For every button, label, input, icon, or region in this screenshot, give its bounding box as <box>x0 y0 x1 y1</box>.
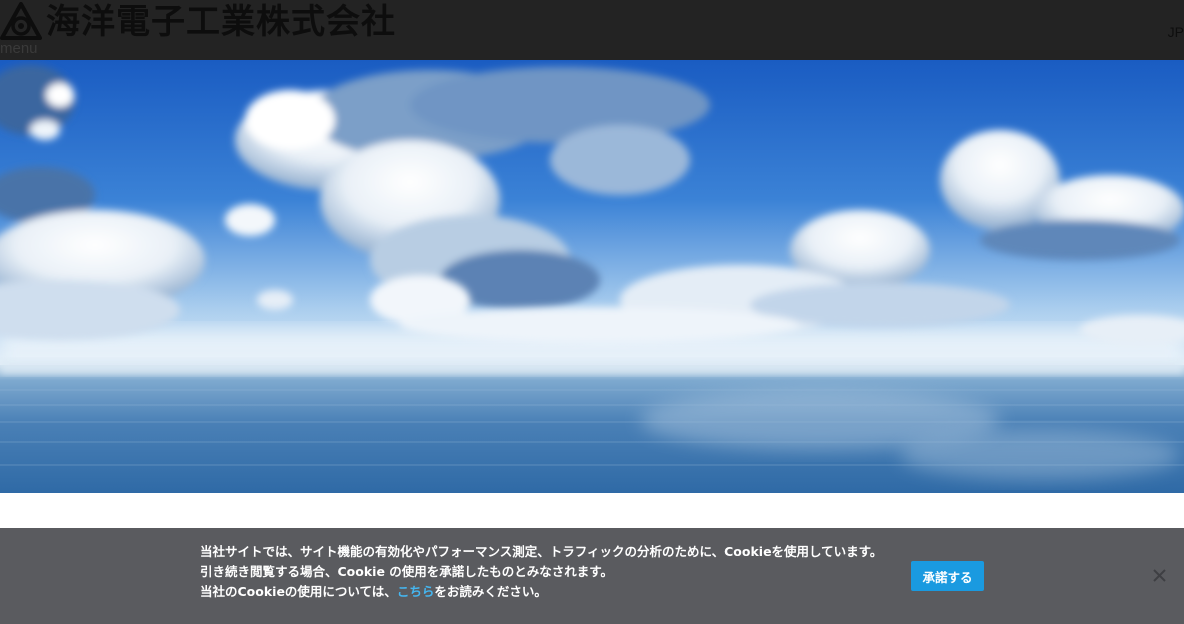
cookie-notice-line-1: 当社サイトでは、サイト機能の有効化やパフォーマンス測定、トラフィックの分析のため… <box>200 544 883 559</box>
close-icon[interactable] <box>1151 567 1168 584</box>
hero-image <box>0 60 1184 493</box>
cookie-notice-line-2: 引き続き閲覧する場合、Cookie の使用を承諾したものとみなされます。 <box>200 564 614 579</box>
menu-button[interactable]: menu <box>0 40 38 58</box>
cookie-notice-line-3-prefix: 当社のCookieの使用については、 <box>200 584 397 599</box>
cookie-policy-link[interactable]: こちら <box>397 584 435 599</box>
language-switch[interactable]: JP <box>1168 24 1184 40</box>
company-logo-icon <box>0 2 42 40</box>
cookie-notice-line-3-suffix: をお読みください。 <box>434 584 547 599</box>
cookie-notice-line-3: 当社のCookieの使用については、こちらをお読みください。 <box>200 582 900 602</box>
company-name: 海洋電子工業株式会社 <box>46 2 396 42</box>
sky-and-ocean-image <box>0 60 1184 493</box>
accept-cookies-button[interactable]: 承諾する <box>911 561 984 591</box>
cookie-notice: 当社サイトでは、サイト機能の有効化やパフォーマンス測定、トラフィックの分析のため… <box>0 528 1184 624</box>
cookie-notice-text: 当社サイトでは、サイト機能の有効化やパフォーマンス測定、トラフィックの分析のため… <box>200 542 900 602</box>
company-logo[interactable]: 海洋電子工業株式会社 <box>0 2 396 42</box>
site-header: 海洋電子工業株式会社 menu JP <box>0 0 1184 60</box>
